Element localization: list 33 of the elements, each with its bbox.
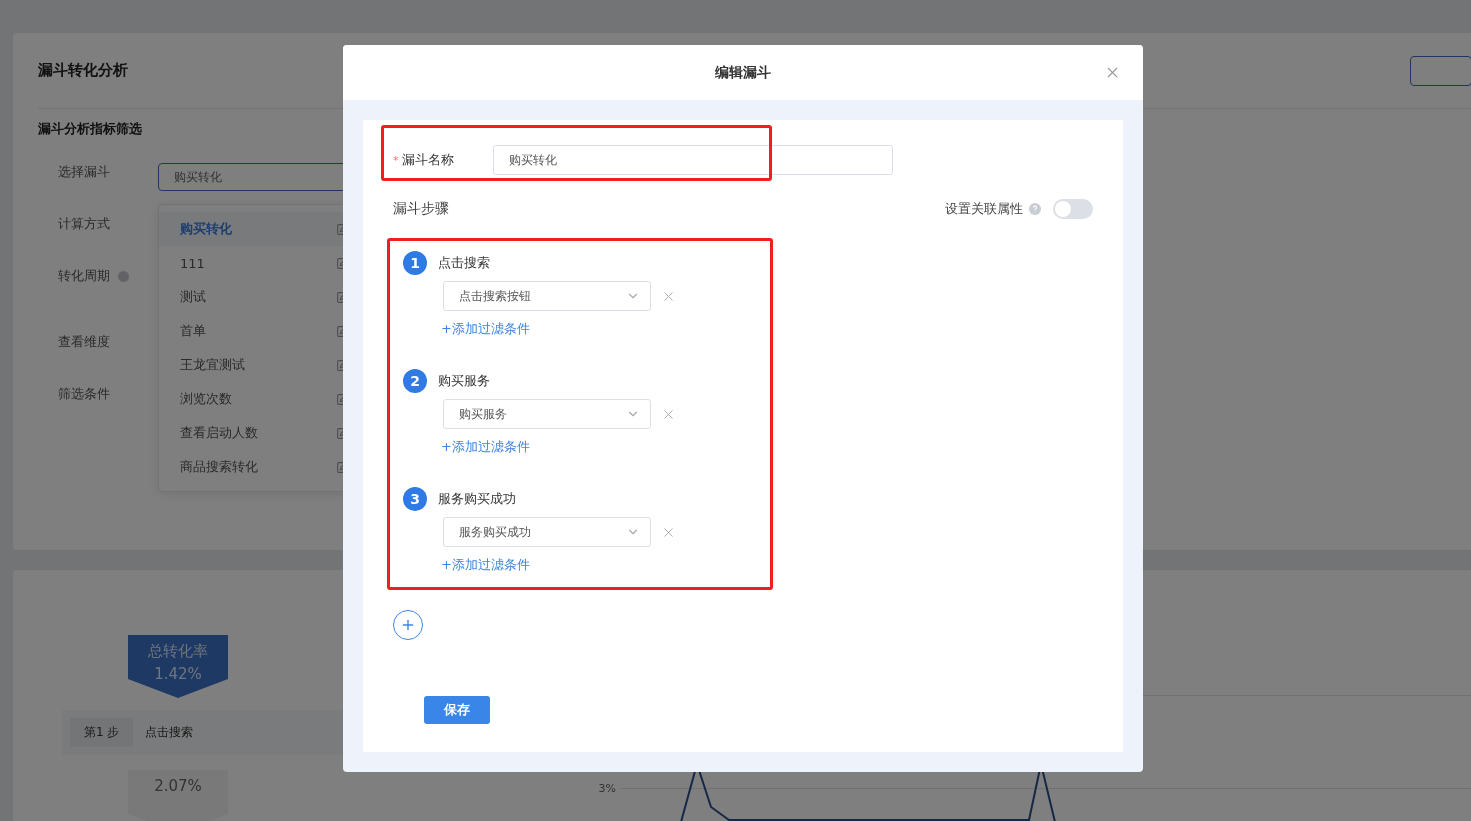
toggle-switch[interactable] <box>1053 199 1093 219</box>
add-filter-link[interactable]: +添加过滤条件 <box>441 555 530 575</box>
step-rate-marker: 2.07% <box>128 770 228 821</box>
event-select[interactable]: 点击搜索按钮 <box>443 281 651 311</box>
form-label: 筛选条件 <box>58 385 110 403</box>
step-number: 3 <box>403 487 427 511</box>
section-title: 漏斗分析指标筛选 <box>38 120 143 138</box>
axis-tick: 3% <box>597 782 616 795</box>
dialog-title: 编辑漏斗 <box>715 63 771 82</box>
add-filter-link[interactable]: +添加过滤条件 <box>441 319 530 339</box>
page-title: 漏斗转化分析 <box>38 61 128 80</box>
add-filter-link[interactable]: +添加过滤条件 <box>441 437 530 457</box>
step-number: 2 <box>403 369 427 393</box>
step-number: 1 <box>403 251 427 275</box>
name-input[interactable]: 购买转化 <box>493 145 893 175</box>
save-button[interactable]: 保存 <box>424 696 490 724</box>
add-step-button[interactable] <box>393 610 423 640</box>
total-rate-marker: 总转化率 1.42% <box>128 635 228 698</box>
header-button[interactable] <box>1410 55 1471 86</box>
step-badge: 第1 步 <box>70 718 134 747</box>
link-label: 设置关联属性 <box>945 200 1023 218</box>
form-label: 选择漏斗 <box>58 163 110 181</box>
form-label: 查看维度 <box>58 333 110 351</box>
step-name: 点击搜索 <box>438 254 490 272</box>
step-name: 购买服务 <box>438 372 490 390</box>
steps-label: 漏斗步骤 <box>393 200 449 218</box>
plus-icon <box>400 617 416 633</box>
step-name: 服务购买成功 <box>438 490 516 508</box>
event-select[interactable]: 服务购买成功 <box>443 517 651 547</box>
event-select[interactable]: 购买服务 <box>443 399 651 429</box>
step-name: 点击搜索 <box>145 724 194 741</box>
form-label: 转化周期 <box>58 267 110 285</box>
form-label: 计算方式 <box>58 215 110 233</box>
